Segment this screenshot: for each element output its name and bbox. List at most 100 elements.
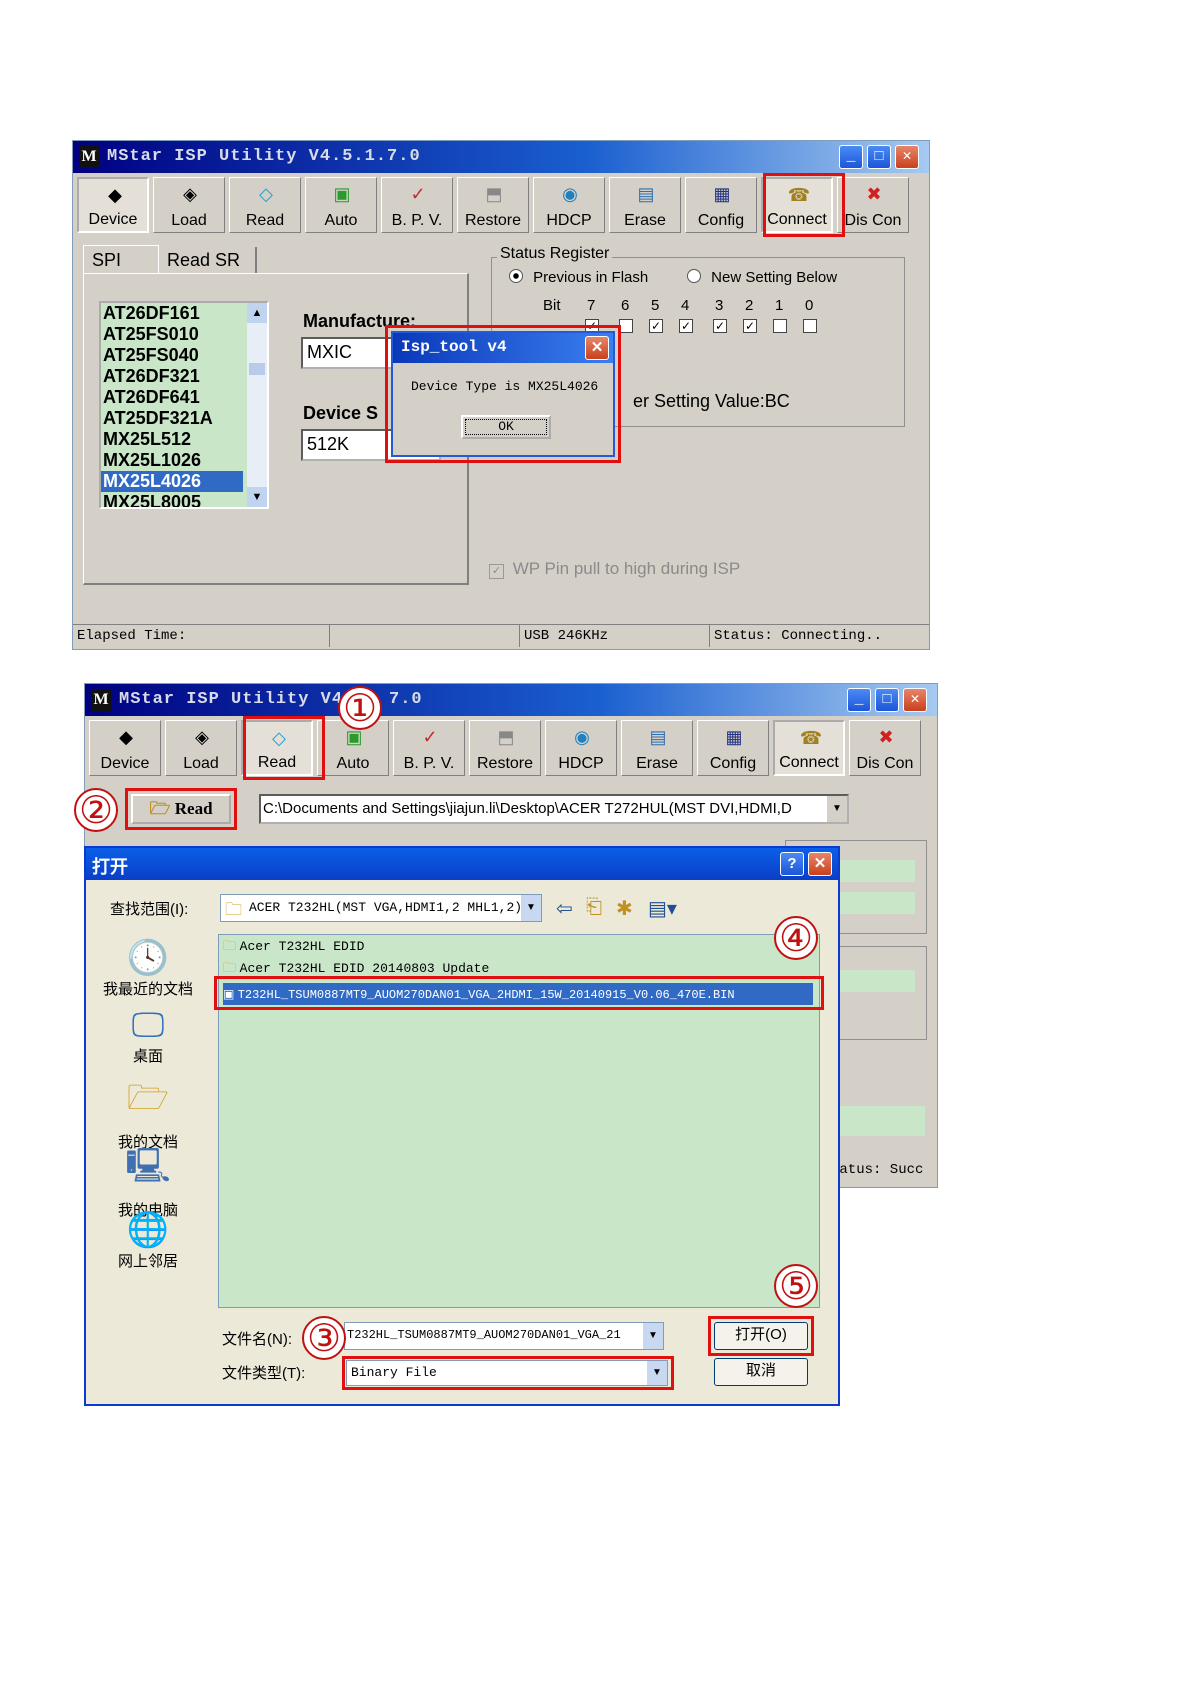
close-button[interactable]: ✕ xyxy=(808,852,832,876)
bit-checkbox[interactable]: ✓ xyxy=(713,319,727,333)
toolbar-restore-button[interactable]: ⬒ Restore xyxy=(469,720,541,776)
lookin-combo[interactable]: 🗀 ACER T232HL(MST VGA,HDMI1,2 MHL1,2) ▼ xyxy=(220,894,542,922)
check-icon: ✓ xyxy=(422,727,438,747)
load-chip-icon: ◈ xyxy=(183,184,197,204)
scroll-thumb[interactable] xyxy=(249,363,265,375)
chevron-down-icon[interactable]: ▼ xyxy=(643,1323,663,1349)
read-icon: ◇ xyxy=(259,184,273,204)
auto-icon: ▣ xyxy=(333,184,351,204)
toolbar-erase-button[interactable]: ▤ Erase xyxy=(609,177,681,233)
toolbar-bpv-button[interactable]: ✓ B. P. V. xyxy=(393,720,465,776)
window-title: MStar ISP Utility V4.5.1.7.0 xyxy=(107,147,421,166)
highlight-file xyxy=(214,976,824,1010)
device-list-item-selected[interactable]: MX25L4026 xyxy=(101,471,243,492)
device-list-item[interactable]: MX25L1026 xyxy=(101,450,267,471)
toolbar-device-button[interactable]: ◆ Device xyxy=(89,720,161,776)
status-cell-empty xyxy=(329,625,519,647)
chevron-down-icon[interactable]: ▼ xyxy=(521,895,541,921)
tab-read-sr[interactable]: Read SR xyxy=(161,247,257,273)
up-folder-icon[interactable]: ⎗ xyxy=(586,896,602,919)
elapsed-time: Elapsed Time: xyxy=(77,628,187,644)
device-list-item[interactable]: AT26DF641 xyxy=(101,387,267,408)
folder-icon: 🗀 xyxy=(225,900,242,919)
folder-icon: 🗀 xyxy=(223,960,237,975)
open-file-dialog: 打开 ? ✕ 查找范围(I): 🗀 ACER T232HL(MST VGA,HD… xyxy=(84,846,840,1406)
highlight-read xyxy=(243,716,325,780)
tab-spi[interactable]: SPI xyxy=(83,245,159,273)
scroll-up-icon[interactable]: ▲ xyxy=(247,303,267,323)
toolbar-hdcp-button[interactable]: ◉ HDCP xyxy=(533,177,605,233)
toolbar-erase-button[interactable]: ▤ Erase xyxy=(621,720,693,776)
connection-status: Status: Connecting.. xyxy=(709,625,929,647)
load-chip-icon: ◈ xyxy=(195,727,209,747)
minimize-button[interactable]: _ xyxy=(839,145,863,169)
wp-pin-checkbox[interactable]: ✓ WP Pin pull to high during ISP xyxy=(489,559,740,579)
close-button[interactable]: ✕ xyxy=(903,688,927,712)
bit-number: 3 xyxy=(715,297,724,314)
bit-checkbox[interactable] xyxy=(619,319,633,333)
device-list-item[interactable]: AT26DF161 xyxy=(101,303,267,324)
place-network[interactable]: 🌐 网上邻居 xyxy=(92,1210,204,1271)
bit-checkbox[interactable] xyxy=(803,319,817,333)
toolbar-disconnect-button[interactable]: ✖ Dis Con xyxy=(837,177,909,233)
close-button[interactable]: ✕ xyxy=(895,145,919,169)
toolbar-hdcp-button[interactable]: ◉ HDCP xyxy=(545,720,617,776)
chevron-down-icon[interactable]: ▼ xyxy=(827,796,847,822)
bit-number: 7 xyxy=(587,297,596,314)
highlight-read-file xyxy=(125,788,237,830)
maximize-button[interactable]: □ xyxy=(867,145,891,169)
help-button[interactable]: ? xyxy=(780,852,804,876)
toolbar-auto-button[interactable]: ▣ Auto xyxy=(305,177,377,233)
toolbar-restore-button[interactable]: ⬒ Restore xyxy=(457,177,529,233)
toolbar-device-button[interactable]: ◆ Device xyxy=(77,177,149,233)
cancel-button[interactable]: 取消 xyxy=(714,1358,808,1386)
place-desktop[interactable]: 🖵 桌面 xyxy=(92,1006,204,1066)
device-list[interactable]: AT26DF161 AT25FS010 AT25FS040 AT26DF321 … xyxy=(99,301,269,509)
new-folder-icon[interactable]: ✱ xyxy=(616,896,633,921)
toolbar-connect-button[interactable]: ☎ Connect xyxy=(773,720,845,776)
place-my-computer[interactable]: 🖳 我的电脑 xyxy=(92,1142,204,1220)
filename-combo[interactable]: T232HL_TSUM0887MT9_AUOM270DAN01_VGA_21 ▼ xyxy=(344,1322,664,1350)
minimize-button[interactable]: _ xyxy=(847,688,871,712)
view-menu-icon[interactable]: ▤▾ xyxy=(648,896,677,921)
toolbar-load-button[interactable]: ◈ Load xyxy=(165,720,237,776)
back-icon[interactable]: ⇦ xyxy=(556,896,573,921)
device-list-item[interactable]: MX25L512 xyxy=(101,429,267,450)
radio-unchecked-icon xyxy=(687,269,701,283)
toolbar-disconnect-button[interactable]: ✖ Dis Con xyxy=(849,720,921,776)
maximize-button[interactable]: □ xyxy=(875,688,899,712)
device-list-item[interactable]: AT25FS040 xyxy=(101,345,267,366)
device-list-item[interactable]: MX25L8005 xyxy=(101,492,267,507)
radio-new-setting[interactable]: New Setting Below xyxy=(687,269,837,286)
window-title-part2: 7.0 xyxy=(389,690,423,709)
bit-checkbox[interactable]: ✓ xyxy=(679,319,693,333)
list-scrollbar[interactable]: ▲ ▼ xyxy=(247,303,267,507)
file-item-folder[interactable]: 🗀 Acer T232HL EDID xyxy=(223,937,364,959)
toolbar: ◆ Device ◈ Load ◇ Read ▣ Auto ✓ B. P. V. ⬒ Res… xyxy=(89,720,933,776)
file-path-combo[interactable]: C:\Documents and Settings\jiajun.li\Desk… xyxy=(259,794,849,824)
disconnect-icon: ✖ xyxy=(866,184,882,204)
bit-checkbox[interactable]: ✓ xyxy=(743,319,757,333)
hdcp-icon: ◉ xyxy=(562,184,578,204)
toolbar-load-button[interactable]: ◈ Load xyxy=(153,177,225,233)
device-list-item[interactable]: AT25FS010 xyxy=(101,324,267,345)
toolbar-bpv-button[interactable]: ✓ B. P. V. xyxy=(381,177,453,233)
bit-checkbox[interactable] xyxy=(773,319,787,333)
status-partial: tatus: Succ xyxy=(831,1162,924,1178)
bit-number: 5 xyxy=(651,297,660,314)
device-list-item[interactable]: AT26DF321 xyxy=(101,366,267,387)
bit-number: 4 xyxy=(681,297,690,314)
toolbar-config-button[interactable]: ▦ Config xyxy=(685,177,757,233)
place-recent-docs[interactable]: 🕓 我最近的文档 xyxy=(92,938,204,999)
mstar-logo-icon: M xyxy=(79,146,99,168)
bit-number: 2 xyxy=(745,297,754,314)
bit-checkbox[interactable]: ✓ xyxy=(649,319,663,333)
radio-previous[interactable]: Previous in Flash xyxy=(509,269,648,286)
toolbar-config-button[interactable]: ▦ Config xyxy=(697,720,769,776)
place-my-documents[interactable]: 🗁 我的文档 xyxy=(92,1074,204,1152)
scroll-down-icon[interactable]: ▼ xyxy=(247,487,267,507)
toolbar-read-button[interactable]: ◇ Read xyxy=(229,177,301,233)
lookin-label: 查找范围(I): xyxy=(110,901,189,918)
device-list-item[interactable]: AT25DF321A xyxy=(101,408,267,429)
setting-value-text: er Setting Value:BC xyxy=(633,391,790,411)
